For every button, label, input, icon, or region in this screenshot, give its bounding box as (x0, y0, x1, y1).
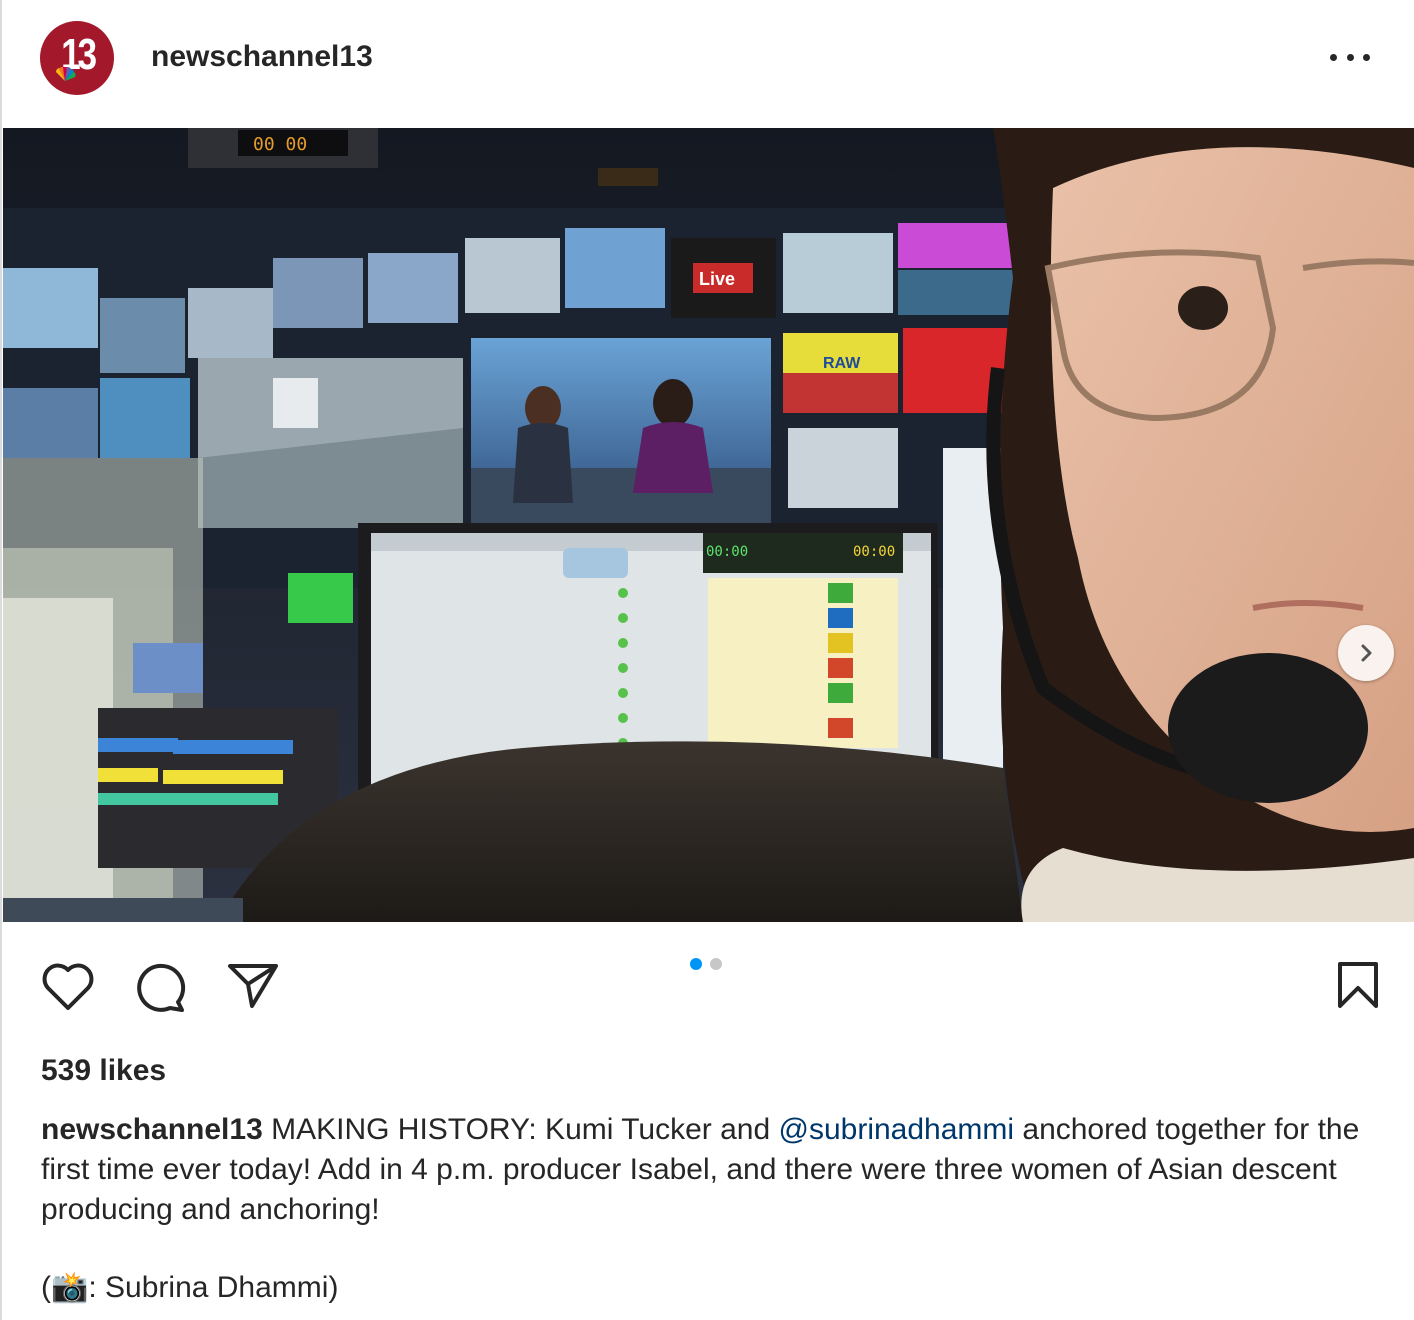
credit-open: ( (41, 1271, 51, 1304)
share-button[interactable] (226, 960, 282, 1015)
carousel-dot (710, 958, 722, 970)
live-badge: Live (699, 269, 735, 289)
post-header: 13 newschannel13 (0, 0, 1414, 128)
control-room-image: 00 00 Live RAW 00:00 00:00 (3, 128, 1414, 922)
caption-username[interactable]: newschannel13 (41, 1113, 263, 1146)
more-dot-icon (1363, 53, 1370, 61)
carousel-dot-active (690, 958, 702, 970)
timer-right: 00:00 (853, 544, 895, 560)
credit-text: : Subrina Dhammi) (88, 1271, 339, 1304)
chevron-right-icon (1361, 644, 1372, 662)
heart-icon (42, 963, 94, 1010)
more-options-button[interactable] (1330, 44, 1370, 70)
raw-label: RAW (823, 355, 861, 372)
carousel-indicator (690, 958, 722, 970)
comment-button[interactable] (132, 960, 188, 1019)
bookmark-icon (1338, 962, 1378, 1008)
save-button[interactable] (1336, 960, 1380, 1015)
next-photo-button[interactable] (1338, 625, 1394, 681)
post-photo[interactable]: 00 00 Live RAW 00:00 00:00 (3, 128, 1414, 922)
caption-text-1: MAKING HISTORY: Kumi Tucker and (262, 1113, 779, 1146)
post-username[interactable]: newschannel13 (151, 40, 373, 74)
more-dot-icon (1330, 53, 1337, 61)
photo-credit: (📸: Subrina Dhammi) (41, 1270, 338, 1305)
comment-icon (137, 963, 186, 1012)
timer-left: 00:00 (706, 544, 748, 560)
likes-count[interactable]: 539 likes (41, 1054, 166, 1088)
share-icon (228, 964, 278, 1008)
post-caption: newschannel13 MAKING HISTORY: Kumi Tucke… (41, 1110, 1371, 1230)
camera-flash-icon: 📸 (51, 1271, 89, 1304)
more-dot-icon (1346, 53, 1354, 61)
caption-mention[interactable]: @subrinadhammi (779, 1113, 1015, 1146)
avatar[interactable]: 13 (40, 21, 114, 95)
clock-readout: 00 00 (253, 134, 307, 155)
peacock-logo-icon (56, 67, 76, 81)
like-button[interactable] (40, 960, 96, 1017)
